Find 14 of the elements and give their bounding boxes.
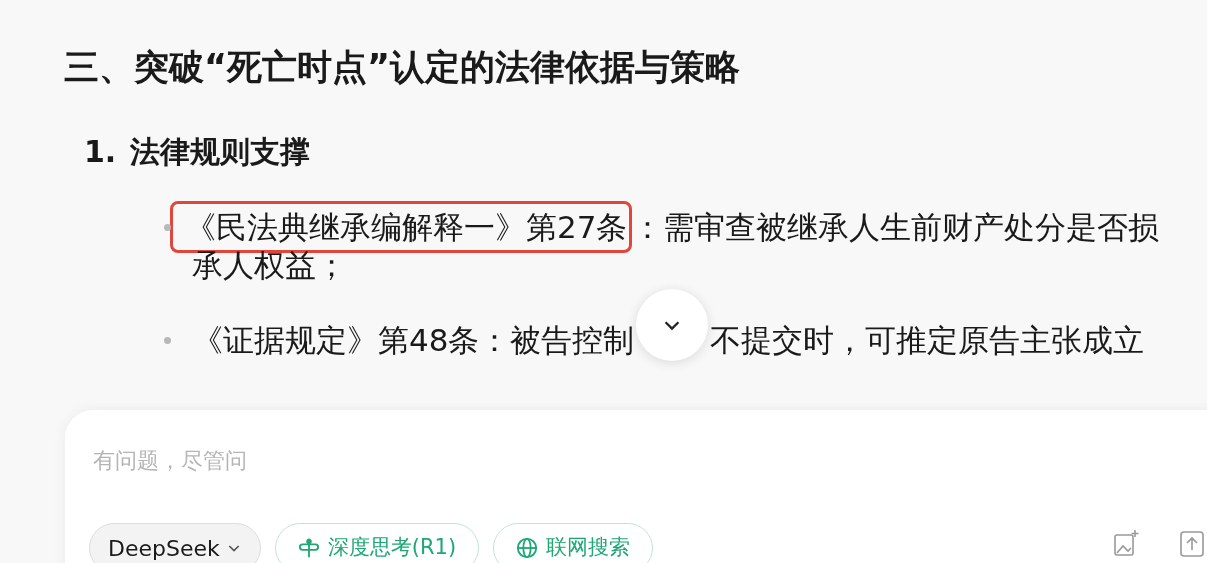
bullet-icon xyxy=(164,337,171,344)
toggle-chip[interactable]: 联网搜索 xyxy=(493,523,654,563)
globe-icon xyxy=(516,537,539,559)
section-heading: 三、突破“死亡时点”认定的法律依据与策略 xyxy=(64,46,741,89)
bullet-text: ：需审查被继承人生前财产处分是否损 xyxy=(632,208,1160,246)
bullet-text: 《证据规定》第48条：被告控制 xyxy=(192,321,635,359)
image-add-icon[interactable] xyxy=(1113,528,1139,558)
list-title: 法律规则支撑 xyxy=(130,133,311,171)
list-number: 1. xyxy=(84,133,117,171)
bullet-text: 不提交时，可推定原告主张成立 xyxy=(710,321,1145,359)
model-selector[interactable]: DeepSeek xyxy=(89,523,261,563)
bullet-icon xyxy=(164,224,171,231)
message-input[interactable]: 有问题，尽管问 xyxy=(93,444,693,477)
upload-icon[interactable] xyxy=(1179,528,1205,558)
